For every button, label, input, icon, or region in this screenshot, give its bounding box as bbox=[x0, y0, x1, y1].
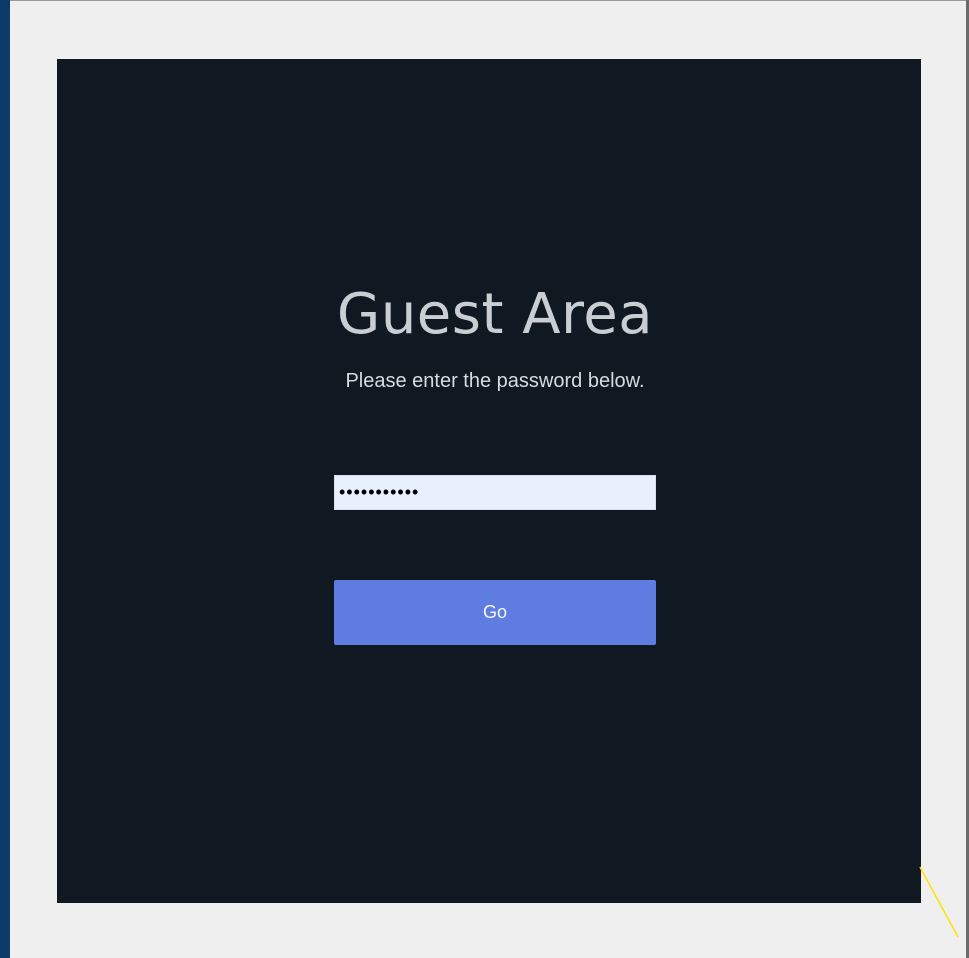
window-top-edge bbox=[10, 0, 969, 1]
resize-guide-line bbox=[919, 866, 959, 938]
go-button[interactable]: Go bbox=[334, 580, 656, 645]
password-input[interactable] bbox=[334, 475, 656, 510]
login-form: Guest Area Please enter the password bel… bbox=[334, 287, 656, 645]
page-title: Guest Area bbox=[336, 282, 654, 347]
password-instructions: Please enter the password below. bbox=[345, 370, 645, 392]
window-left-edge bbox=[0, 0, 10, 958]
guest-area-panel: Guest Area Please enter the password bel… bbox=[57, 59, 921, 903]
